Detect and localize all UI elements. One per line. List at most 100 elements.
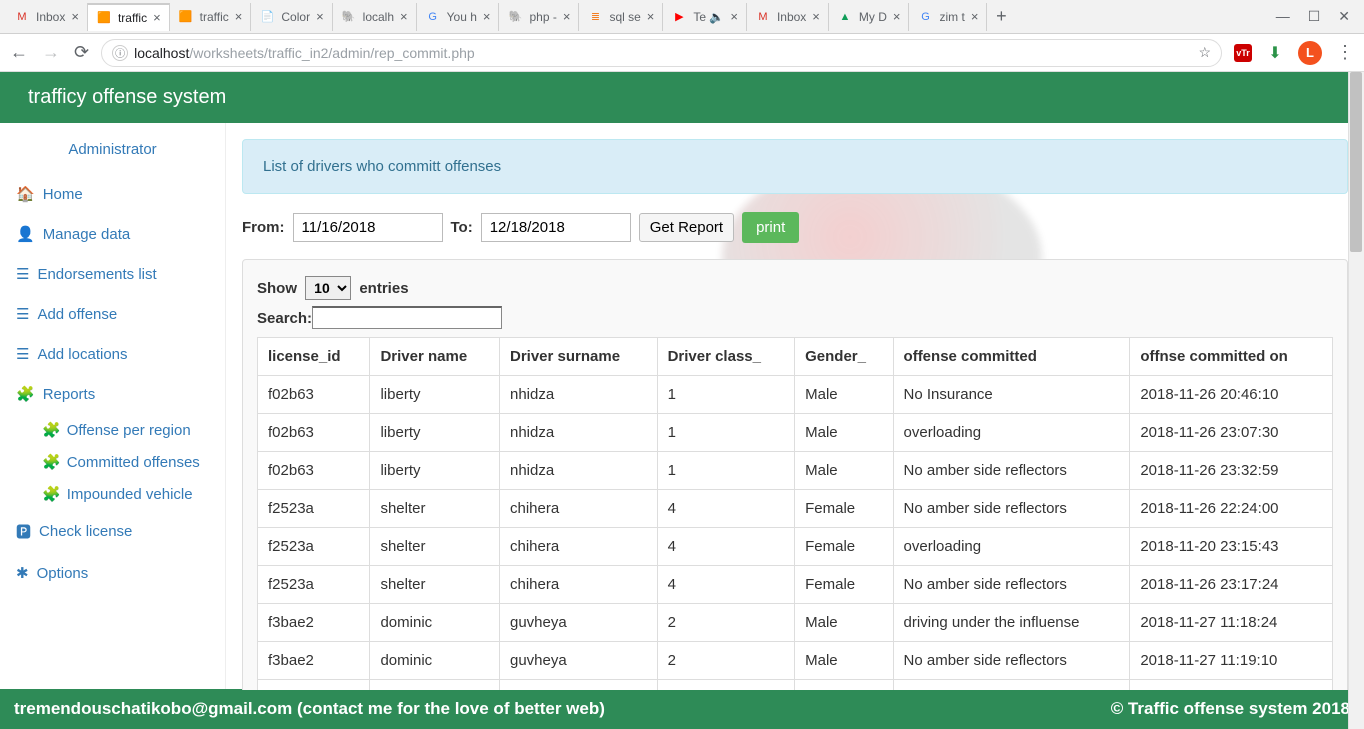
reload-button[interactable]: ⟳ [74, 42, 89, 63]
tab-close-icon[interactable]: × [316, 9, 324, 24]
browser-tab[interactable]: ▶Te 🔈× [663, 3, 747, 31]
sidebar-subitem-icon: 🧩 [42, 485, 61, 503]
browser-tab[interactable]: 🟧traffic× [170, 3, 252, 31]
table-cell: driving under the influense [893, 680, 1130, 691]
back-button[interactable]: ← [10, 42, 28, 63]
get-report-button[interactable]: Get Report [639, 213, 734, 242]
bookmark-star-icon[interactable]: ☆ [1198, 44, 1211, 61]
table-cell: 2018-11-26 23:07:30 [1130, 414, 1333, 452]
profile-avatar[interactable]: L [1298, 41, 1322, 65]
extension-icon-ytd[interactable]: vTr [1234, 44, 1252, 62]
footer: tremendouschatikobo@gmail.com (contact m… [0, 689, 1364, 729]
browser-tab[interactable]: 🐘php -× [499, 3, 579, 31]
tab-favicon: 🐘 [341, 9, 357, 25]
from-date-input[interactable] [293, 213, 443, 242]
site-info-icon[interactable]: ⓘ [112, 45, 128, 61]
entries-select[interactable]: 10 [305, 276, 351, 300]
tab-favicon: 🟧 [178, 9, 194, 25]
print-button[interactable]: print [742, 212, 799, 243]
tab-close-icon[interactable]: × [893, 9, 901, 24]
sidebar-item[interactable]: ☰ Add locations [0, 334, 225, 374]
sidebar-subitem[interactable]: 🧩 Committed offenses [0, 446, 225, 478]
tab-favicon: G [917, 9, 933, 25]
scrollbar-thumb[interactable] [1350, 72, 1362, 252]
maximize-button[interactable]: ☐ [1308, 8, 1321, 25]
table-cell: Male [795, 452, 893, 490]
column-header[interactable]: Driver name [370, 338, 500, 376]
sidebar-item-label: Manage data [43, 226, 131, 243]
new-tab-button[interactable]: + [987, 6, 1015, 27]
tab-close-icon[interactable]: × [400, 9, 408, 24]
sidebar-item[interactable]: 👤 Manage data [0, 214, 225, 254]
sidebar-item[interactable]: ✱ Options [0, 553, 225, 593]
table-cell: f02b63 [258, 414, 370, 452]
table-cell: driving under the influense [893, 604, 1130, 642]
main-content: List of drivers who committ offenses Fro… [226, 123, 1364, 690]
table-row: f3bae2dominicguvheya2Maledriving under t… [258, 604, 1333, 642]
tab-title: Color [281, 10, 310, 24]
extension-icon-idm[interactable]: ⬇ [1266, 44, 1284, 62]
column-header[interactable]: offense committed [893, 338, 1130, 376]
table-cell: f3bae2 [258, 604, 370, 642]
address-bar[interactable]: ⓘ localhost/worksheets/traffic_in2/admin… [101, 39, 1222, 67]
browser-tab[interactable]: ▲My D× [829, 3, 910, 31]
table-cell: 2 [657, 642, 795, 680]
browser-tab[interactable]: MInbox× [747, 3, 829, 31]
sidebar-subitem[interactable]: 🧩 Impounded vehicle [0, 478, 225, 510]
sidebar-item[interactable]: 🅿 Check license [0, 510, 225, 553]
tab-close-icon[interactable]: × [812, 9, 820, 24]
sidebar-subitem-label: Offense per region [67, 422, 191, 439]
browser-tab[interactable]: Gzim t× [909, 3, 987, 31]
browser-tab[interactable]: GYou h× [417, 3, 500, 31]
sidebar-item[interactable]: ☰ Endorsements list [0, 254, 225, 294]
sidebar-item-label: Check license [39, 523, 132, 540]
tab-favicon: 🐘 [507, 9, 523, 25]
tab-close-icon[interactable]: × [971, 9, 979, 24]
to-date-input[interactable] [481, 213, 631, 242]
table-cell: Female [795, 566, 893, 604]
tab-close-icon[interactable]: × [235, 9, 243, 24]
browser-tab[interactable]: 🟧traffic× [88, 3, 170, 31]
table-cell: f2523a [258, 490, 370, 528]
table-cell: liberty [370, 414, 500, 452]
close-window-button[interactable]: ✕ [1338, 8, 1350, 25]
tab-title: My D [859, 10, 887, 24]
column-header[interactable]: license_id [258, 338, 370, 376]
tab-close-icon[interactable]: × [483, 9, 491, 24]
column-header[interactable]: offnse committed on [1130, 338, 1333, 376]
tab-close-icon[interactable]: × [647, 9, 655, 24]
browser-tab[interactable]: ≣sql se× [579, 3, 663, 31]
table-cell: Male [795, 414, 893, 452]
table-cell: chihera [499, 528, 657, 566]
sidebar-item[interactable]: 🏠 Home [0, 174, 225, 214]
table-cell: 2018-11-26 20:46:10 [1130, 376, 1333, 414]
column-header[interactable]: Gender_ [795, 338, 893, 376]
sidebar-item[interactable]: ☰ Add offense [0, 294, 225, 334]
table-cell: dominic [370, 642, 500, 680]
sidebar-item[interactable]: 🧩 Reports [0, 374, 225, 414]
info-alert: List of drivers who committ offenses [242, 139, 1348, 194]
browser-tab[interactable]: 🐘localh× [333, 3, 417, 31]
sidebar-item-icon: 🏠 [16, 185, 35, 203]
sidebar-subitem[interactable]: 🧩 Offense per region [0, 414, 225, 446]
tab-close-icon[interactable]: × [730, 9, 738, 24]
forward-button[interactable]: → [42, 42, 60, 63]
table-cell: 2018-11-27 11:19:32 [1130, 680, 1333, 691]
table-cell: shelter [370, 528, 500, 566]
table-cell: shelter [370, 490, 500, 528]
column-header[interactable]: Driver surname [499, 338, 657, 376]
minimize-button[interactable]: — [1276, 8, 1290, 25]
search-input[interactable] [312, 306, 502, 329]
tab-close-icon[interactable]: × [563, 9, 571, 24]
table-cell: overloading [893, 528, 1130, 566]
browser-tab[interactable]: MInbox× [6, 3, 88, 31]
tab-close-icon[interactable]: × [153, 10, 161, 25]
column-header[interactable]: Driver class_ [657, 338, 795, 376]
table-cell: Female [795, 528, 893, 566]
tab-close-icon[interactable]: × [71, 9, 79, 24]
vertical-scrollbar[interactable] [1348, 72, 1364, 729]
browser-tab[interactable]: 📄Color× [251, 3, 332, 31]
tab-favicon: G [425, 9, 441, 25]
chrome-menu-button[interactable]: ⋮ [1336, 42, 1354, 63]
table-cell: Male [795, 642, 893, 680]
